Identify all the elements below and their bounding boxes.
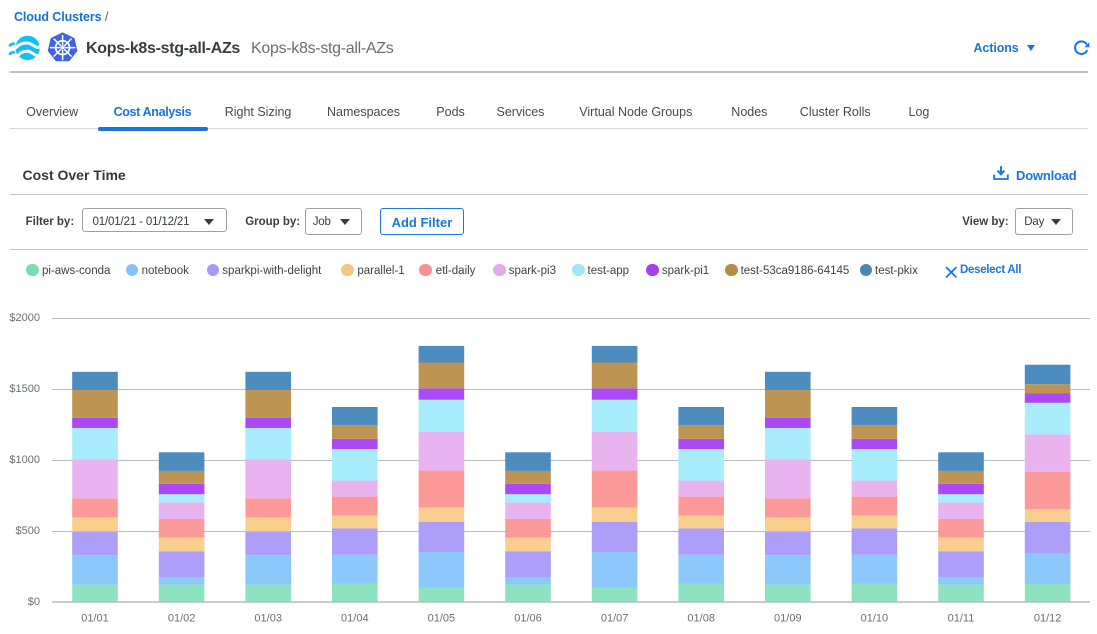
svg-text:01/11: 01/11: [948, 613, 975, 625]
svg-text:01/04: 01/04: [341, 613, 369, 625]
svg-text:$0: $0: [28, 596, 40, 608]
svg-text:$1500: $1500: [9, 383, 40, 395]
svg-text:01/06: 01/06: [514, 613, 542, 625]
svg-text:01/03: 01/03: [254, 613, 282, 625]
svg-text:01/10: 01/10: [861, 613, 889, 625]
svg-text:$2000: $2000: [9, 312, 40, 324]
svg-text:$500: $500: [16, 525, 40, 537]
svg-text:01/01: 01/01: [81, 613, 109, 625]
svg-text:$1000: $1000: [9, 454, 40, 466]
svg-text:01/12: 01/12: [1034, 613, 1062, 625]
svg-text:01/02: 01/02: [168, 613, 196, 625]
svg-text:01/07: 01/07: [601, 613, 629, 625]
svg-text:01/08: 01/08: [687, 613, 715, 625]
svg-text:01/09: 01/09: [774, 613, 802, 625]
svg-text:01/05: 01/05: [428, 613, 456, 625]
